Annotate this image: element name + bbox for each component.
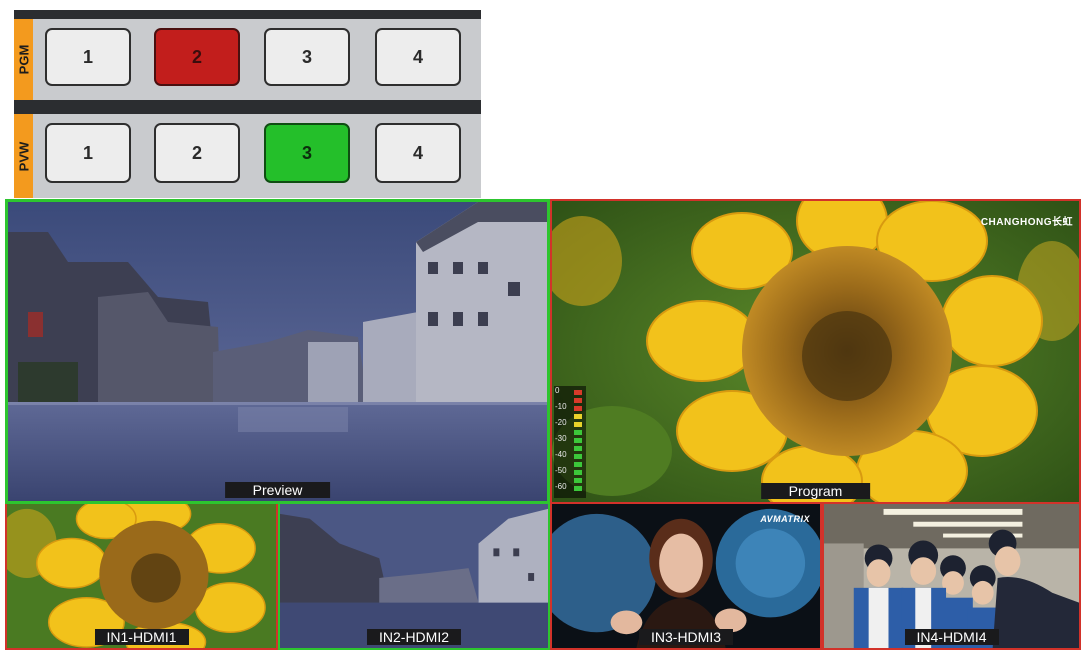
audio-scale-10: -10	[555, 402, 567, 411]
pvw-row: PVW 1 2 3 4	[14, 114, 481, 198]
panel-divider	[14, 100, 481, 114]
meter-segment	[574, 414, 582, 419]
program-image	[552, 201, 1079, 502]
meter-segment	[574, 398, 582, 403]
audio-scale-20: -20	[555, 418, 567, 427]
pvw-button-4[interactable]: 4	[375, 123, 461, 183]
meter-segment	[574, 470, 582, 475]
meter-segment	[574, 438, 582, 443]
preview-window[interactable]: Preview	[5, 199, 550, 504]
input-2-window[interactable]: IN2-HDMI2	[278, 504, 550, 650]
pvw-button-1[interactable]: 1	[45, 123, 131, 183]
audio-meter: 0 -10 -20 -30 -40 -50 -60	[554, 386, 586, 498]
pvw-tag: PVW	[14, 114, 33, 198]
pgm-label: PGM	[16, 44, 31, 75]
audio-scale-40: -40	[555, 450, 567, 459]
input-1-image	[7, 504, 276, 648]
meter-segment	[574, 422, 582, 427]
preview-image	[8, 202, 547, 501]
meter-segment	[574, 454, 582, 459]
input-3-brand: AVMATRIX	[760, 514, 810, 524]
panel-top-bar	[14, 10, 481, 19]
pgm-button-3[interactable]: 3	[264, 28, 350, 86]
input-3-window[interactable]: AVMATRIX IN3-HDMI3	[550, 504, 822, 650]
preview-caption: Preview	[224, 482, 331, 498]
input-2-caption: IN2-HDMI2	[366, 629, 462, 645]
input-1-caption: IN1-HDMI1	[94, 629, 189, 645]
input-3-caption: IN3-HDMI3	[638, 629, 734, 645]
meter-segment	[574, 390, 582, 395]
meter-segment	[574, 462, 582, 467]
meter-segment	[574, 478, 582, 483]
pgm-row: PGM 1 2 3 4	[14, 19, 481, 100]
input-3-image	[552, 504, 820, 648]
audio-scale-60: -60	[555, 482, 567, 491]
pgm-button-2[interactable]: 2	[154, 28, 240, 86]
switcher-panel: PGM 1 2 3 4 PVW 1 2 3 4	[14, 10, 481, 198]
pgm-button-1[interactable]: 1	[45, 28, 131, 86]
meter-segment	[574, 446, 582, 451]
input-4-window[interactable]: IN4-HDMI4	[822, 504, 1081, 650]
pgm-button-4[interactable]: 4	[375, 28, 461, 86]
meter-segment	[574, 406, 582, 411]
program-brand: CHANGHONG长虹	[980, 217, 1073, 228]
input-4-image	[824, 504, 1079, 648]
pgm-tag: PGM	[14, 19, 33, 100]
meter-segment	[574, 430, 582, 435]
pvw-button-2[interactable]: 2	[154, 123, 240, 183]
pvw-button-3[interactable]: 3	[264, 123, 350, 183]
pvw-label: PVW	[16, 141, 31, 171]
audio-scale-30: -30	[555, 434, 567, 443]
meter-segment	[574, 486, 582, 491]
input-2-image	[280, 504, 548, 648]
input-4-caption: IN4-HDMI4	[904, 629, 999, 645]
audio-scale-0: 0	[555, 386, 560, 395]
program-caption: Program	[760, 483, 871, 499]
audio-scale-50: -50	[555, 466, 567, 475]
input-1-window[interactable]: IN1-HDMI1	[5, 504, 278, 650]
program-window[interactable]: CHANGHONG长虹 0 -10 -20 -30 -40 -50 -60 Pr…	[550, 199, 1081, 504]
